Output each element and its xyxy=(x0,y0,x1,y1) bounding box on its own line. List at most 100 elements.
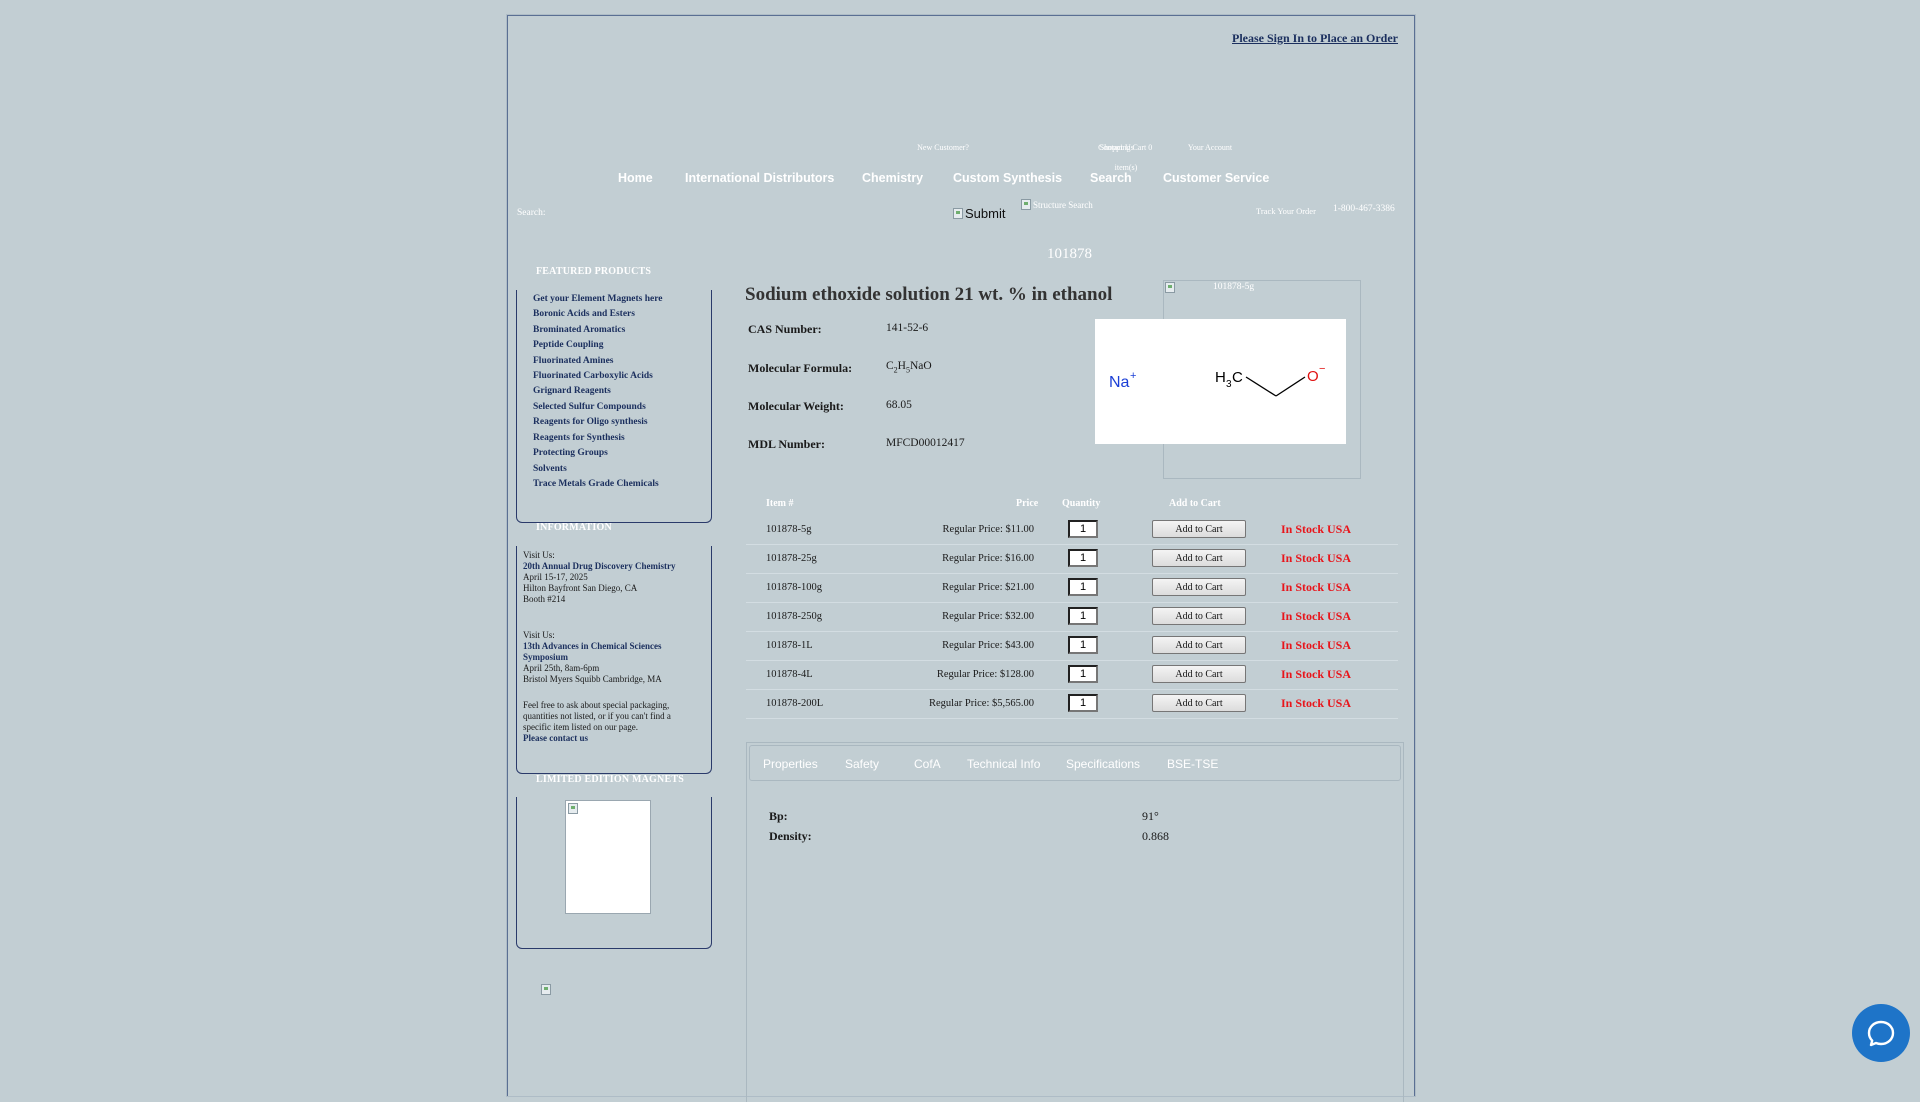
featured-item-protecting[interactable]: Protecting Groups xyxy=(533,448,608,458)
quantity-input[interactable] xyxy=(1068,694,1098,712)
tab-safety[interactable]: Safety xyxy=(845,757,879,771)
chemical-structure: Na + H 3 C O − xyxy=(1095,319,1346,444)
quantity-input[interactable] xyxy=(1068,665,1098,683)
new-customer-link[interactable]: New Customer? xyxy=(908,138,978,158)
col-quantity: Quantity xyxy=(1062,498,1101,509)
nav-chemistry[interactable]: Chemistry xyxy=(862,171,923,185)
track-order-link[interactable]: Track Your Order xyxy=(1256,206,1316,216)
main-nav: Home International Distributors Chemistr… xyxy=(508,168,1414,190)
featured-item-fluorinated-acids[interactable]: Fluorinated Carboxylic Acids xyxy=(533,371,653,381)
chat-button[interactable] xyxy=(1852,1004,1910,1062)
sodium-charge: + xyxy=(1130,370,1136,382)
row-price: Regular Price: $16.00 xyxy=(942,553,1034,564)
nav-search[interactable]: Search xyxy=(1090,171,1132,185)
event-1-booth: Booth #214 xyxy=(523,594,566,604)
stock-status: In Stock USA xyxy=(1281,638,1352,652)
search-submit-button[interactable]: Submit xyxy=(953,206,1005,221)
featured-item-grignard[interactable]: Grignard Reagents xyxy=(533,386,611,396)
weight-value: 68.05 xyxy=(886,399,912,411)
quantity-input[interactable] xyxy=(1068,636,1098,654)
details-tab-bar: Properties Safety CofA Technical Info Sp… xyxy=(749,745,1401,781)
nav-home[interactable]: Home xyxy=(618,171,653,185)
bond-c-o xyxy=(1275,376,1306,397)
table-row: 101878-200L Regular Price: $5,565.00 Add… xyxy=(746,690,1398,719)
add-to-cart-button[interactable]: Add to Cart xyxy=(1152,694,1246,712)
event-1-title-link[interactable]: 20th Annual Drug Discovery Chemistry xyxy=(523,561,693,572)
tab-specifications[interactable]: Specifications xyxy=(1066,757,1140,771)
add-to-cart-button[interactable]: Add to Cart xyxy=(1152,607,1246,625)
methyl-c: C xyxy=(1232,369,1243,386)
contact-us-link[interactable]: Contact Us xyxy=(1086,138,1146,158)
add-to-cart-button[interactable]: Add to Cart xyxy=(1152,665,1246,683)
featured-item-oligo[interactable]: Reagents for Oligo synthesis xyxy=(533,417,648,427)
quantity-input[interactable] xyxy=(1068,520,1098,538)
stock-status: In Stock USA xyxy=(1281,522,1352,536)
nav-custom-synthesis[interactable]: Custom Synthesis xyxy=(953,171,1062,185)
contact-us-link[interactable]: Please contact us xyxy=(523,733,693,744)
methyl-h: H xyxy=(1215,369,1226,386)
row-item: 101878-5g xyxy=(766,524,812,535)
quantity-input[interactable] xyxy=(1068,549,1098,567)
event-1-location: Hilton Bayfront San Diego, CA xyxy=(523,583,638,593)
event-2-title-link[interactable]: 13th Advances in Chemical Sciences Sympo… xyxy=(523,641,693,663)
featured-item-boronic[interactable]: Boronic Acids and Esters xyxy=(533,309,635,319)
stock-status: In Stock USA xyxy=(1281,580,1352,594)
mdl-value: MFCD00012417 xyxy=(886,437,965,449)
sidebar-banner-image[interactable] xyxy=(541,982,551,1000)
add-to-cart-button[interactable]: Add to Cart xyxy=(1152,549,1246,567)
featured-item-sulfur[interactable]: Selected Sulfur Compounds xyxy=(533,402,646,412)
row-item: 101878-1L xyxy=(766,640,813,651)
phone-number: 1-800-467-3386 xyxy=(1333,204,1395,214)
density-value: 0.868 xyxy=(1142,829,1169,843)
featured-item-synthesis[interactable]: Reagents for Synthesis xyxy=(533,433,625,443)
table-row: 101878-250g Regular Price: $32.00 Add to… xyxy=(746,603,1398,632)
row-item: 101878-200L xyxy=(766,698,824,709)
density-label: Density: xyxy=(769,829,812,843)
oxygen-charge: − xyxy=(1319,363,1325,375)
add-to-cart-button[interactable]: Add to Cart xyxy=(1152,578,1246,596)
table-row: 101878-100g Regular Price: $21.00 Add to… xyxy=(746,574,1398,603)
nav-international-distributors[interactable]: International Distributors xyxy=(685,171,834,185)
product-title: Sodium ethoxide solution 21 wt. % in eth… xyxy=(745,284,1113,305)
featured-item-trace-metals[interactable]: Trace Metals Grade Chemicals xyxy=(533,479,659,489)
tab-bse-tse[interactable]: BSE-TSE xyxy=(1167,757,1218,771)
chat-icon xyxy=(1867,1020,1895,1047)
add-to-cart-button[interactable]: Add to Cart xyxy=(1152,520,1246,538)
featured-item-magnets[interactable]: Get your Element Magnets here xyxy=(533,294,662,304)
thumbnail-caption: 101878-5g xyxy=(1213,282,1255,292)
signin-link[interactable]: Please Sign In to Place an Order xyxy=(1232,31,1398,46)
add-to-cart-button[interactable]: Add to Cart xyxy=(1152,636,1246,654)
col-add: Add to Cart xyxy=(1169,498,1221,509)
cas-value: 141-52-6 xyxy=(886,322,929,334)
tab-technical-info[interactable]: Technical Info xyxy=(967,757,1040,771)
event-2-visit: Visit Us: xyxy=(523,630,555,640)
magnet-image[interactable] xyxy=(565,800,651,914)
featured-item-fluorinated-amines[interactable]: Fluorinated Amines xyxy=(533,356,614,366)
magnets-heading: LIMITED EDITION MAGNETS xyxy=(536,774,684,785)
product-id: 101878 xyxy=(1047,246,1092,262)
bp-value: 91° xyxy=(1142,809,1159,823)
structure-search-button[interactable]: Structure Search xyxy=(1021,199,1093,210)
tab-properties[interactable]: Properties xyxy=(763,757,818,771)
quantity-input[interactable] xyxy=(1068,607,1098,625)
row-price: Regular Price: $32.00 xyxy=(942,611,1034,622)
broken-image-icon xyxy=(541,984,551,995)
bond-c-c xyxy=(1245,376,1277,397)
info-note: Feel free to ask about special packaging… xyxy=(523,700,693,744)
featured-item-brominated[interactable]: Brominated Aromatics xyxy=(533,325,625,335)
your-account-link[interactable]: Your Account xyxy=(1174,138,1246,158)
tab-cofa[interactable]: CofA xyxy=(914,757,941,771)
nav-customer-service[interactable]: Customer Service xyxy=(1163,171,1269,185)
structure-search-label: Structure Search xyxy=(1033,199,1093,210)
broken-image-icon xyxy=(568,803,578,814)
formula-label: Molecular Formula: xyxy=(748,361,853,375)
featured-item-solvents[interactable]: Solvents xyxy=(533,464,567,474)
featured-item-peptide[interactable]: Peptide Coupling xyxy=(533,340,603,350)
row-price: Regular Price: $11.00 xyxy=(942,524,1034,535)
event-2-date: April 25th, 8am-6pm xyxy=(523,663,600,673)
row-price: Regular Price: $128.00 xyxy=(936,669,1034,680)
page-container: Please Sign In to Place an Order New Cus… xyxy=(507,15,1415,1102)
event-2: Visit Us: 13th Advances in Chemical Scie… xyxy=(523,630,693,685)
details-panel xyxy=(746,742,1404,1102)
quantity-input[interactable] xyxy=(1068,578,1098,596)
